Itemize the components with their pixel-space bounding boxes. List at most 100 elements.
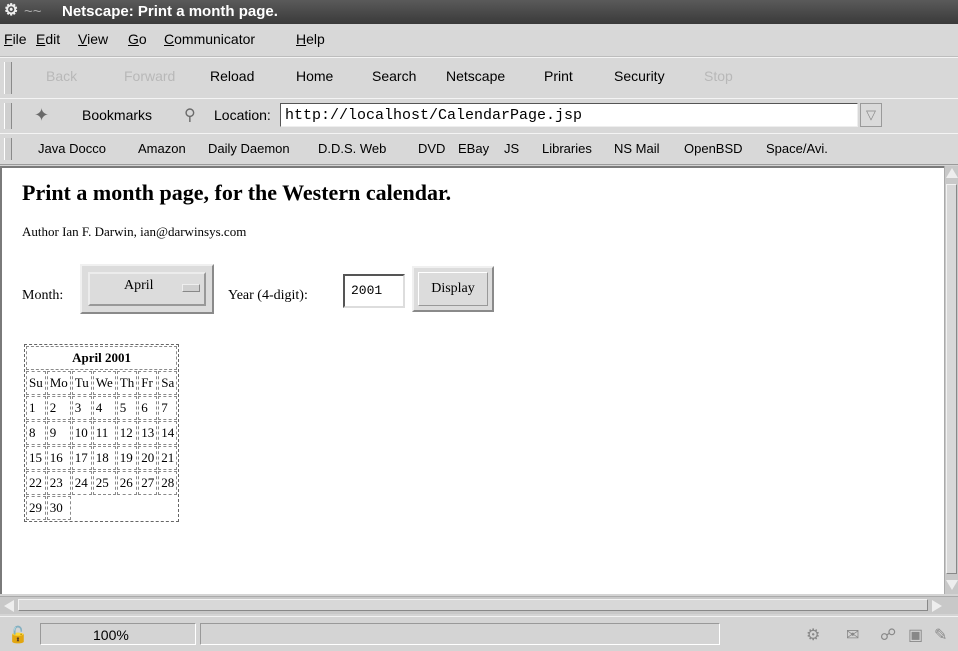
back-button[interactable]: Back xyxy=(46,68,77,84)
lock-icon[interactable]: 🔓 xyxy=(8,625,28,645)
weekday-cell: We xyxy=(92,371,116,395)
scroll-left-arrow-icon[interactable] xyxy=(4,600,14,612)
day-cell: 4 xyxy=(92,396,116,420)
toolbar-grip[interactable] xyxy=(4,103,12,129)
window-menu-icon[interactable]: ⚙ xyxy=(4,2,22,20)
bookmarks-icon[interactable]: ✦ xyxy=(34,105,49,126)
week-row: 29 30 xyxy=(26,496,177,520)
edit-icon[interactable]: ✎ xyxy=(934,625,947,645)
discussions-icon[interactable]: ☍ xyxy=(880,625,896,645)
option-menu-indicator-icon xyxy=(182,284,200,292)
status-message xyxy=(200,623,720,645)
menu-view-label: iew xyxy=(87,31,109,47)
month-label: Month: xyxy=(22,288,64,303)
vertical-scrollbar[interactable] xyxy=(944,166,958,594)
forward-button[interactable]: Forward xyxy=(124,68,175,84)
menu-go[interactable]: Go xyxy=(128,24,147,54)
bookmark-link[interactable]: Java Docco xyxy=(38,141,106,156)
horizontal-scrollbar[interactable] xyxy=(0,596,958,614)
display-button[interactable]: Display xyxy=(412,266,494,312)
home-button[interactable]: Home xyxy=(296,68,333,84)
menu-help-label: elp xyxy=(306,31,325,47)
menu-help-mnemonic: H xyxy=(296,31,307,47)
weekday-cell: Tu xyxy=(71,371,92,395)
bookmarks-button[interactable]: Bookmarks xyxy=(82,107,152,123)
horizontal-scroll-thumb[interactable] xyxy=(18,599,928,611)
day-cell: 27 xyxy=(138,471,158,495)
url-input[interactable]: http://localhost/CalendarPage.jsp xyxy=(280,103,858,127)
location-label: Location: xyxy=(214,107,271,123)
bookmark-link[interactable]: Space/Avi. xyxy=(766,141,828,156)
mail-icon[interactable]: ✉ xyxy=(846,625,859,645)
scroll-right-arrow-icon[interactable] xyxy=(932,600,942,612)
menu-file-label: ile xyxy=(12,31,27,47)
toolbar-grip[interactable] xyxy=(4,138,12,160)
day-cell: 18 xyxy=(92,446,116,470)
menu-file-mnemonic: F xyxy=(4,31,13,47)
year-input[interactable]: 2001 xyxy=(343,274,405,308)
day-cell: 1 xyxy=(26,396,46,420)
toolbar-grip[interactable] xyxy=(4,62,12,94)
month-calendar: April 2001 Su Mo Tu We Th Fr Sa 1 2 3 4 … xyxy=(24,344,180,522)
day-cell: 11 xyxy=(92,421,116,445)
day-cell: 6 xyxy=(138,396,158,420)
month-select[interactable]: April xyxy=(80,264,214,314)
day-cell: 12 xyxy=(116,421,138,445)
day-cell: 29 xyxy=(26,496,46,520)
stop-button[interactable]: Stop xyxy=(704,68,733,84)
day-cell: 14 xyxy=(158,421,178,445)
menu-edit[interactable]: Edit xyxy=(36,24,60,54)
menu-file[interactable]: File xyxy=(4,24,27,54)
display-button-bevel xyxy=(418,272,488,306)
bookmark-link[interactable]: EBay xyxy=(458,141,489,156)
month-select-value: April xyxy=(124,278,154,293)
bookmark-link[interactable]: Amazon xyxy=(138,141,186,156)
url-history-dropdown[interactable]: ▽ xyxy=(860,103,882,127)
netscape-window: ⚙ ~~ Netscape: Print a month page. File … xyxy=(0,0,958,651)
bookmark-link[interactable]: OpenBSD xyxy=(684,141,743,156)
day-cell: 20 xyxy=(138,446,158,470)
window-title: Netscape: Print a month page. xyxy=(62,3,278,20)
menu-communicator[interactable]: Communicator xyxy=(164,24,255,54)
bookmark-link[interactable]: NS Mail xyxy=(614,141,660,156)
bookmark-link[interactable]: Daily Daemon xyxy=(208,141,290,156)
menu-help[interactable]: Help xyxy=(296,24,325,54)
weekday-cell: Su xyxy=(26,371,46,395)
reload-button[interactable]: Reload xyxy=(210,68,254,84)
day-cell: 17 xyxy=(71,446,92,470)
day-cell: 10 xyxy=(71,421,92,445)
day-cell: 8 xyxy=(26,421,46,445)
day-cell: 28 xyxy=(158,471,178,495)
menu-view[interactable]: View xyxy=(78,24,108,54)
netscape-button[interactable]: Netscape xyxy=(446,68,505,84)
bookmark-link[interactable]: D.D.S. Web xyxy=(318,141,386,156)
print-button[interactable]: Print xyxy=(544,68,573,84)
menu-go-label: o xyxy=(138,31,147,47)
security-button[interactable]: Security xyxy=(614,68,665,84)
scroll-down-arrow-icon[interactable] xyxy=(946,580,958,590)
bookmark-link[interactable]: DVD xyxy=(418,141,445,156)
day-cell: 15 xyxy=(26,446,46,470)
menu-view-mnemonic: V xyxy=(78,31,88,47)
vertical-scroll-thumb[interactable] xyxy=(946,184,957,574)
page-content: Print a month page, for the Western cale… xyxy=(0,166,944,594)
page-heading: Print a month page, for the Western cale… xyxy=(22,180,452,205)
menu-go-mnemonic: G xyxy=(128,31,139,47)
composer-icon[interactable]: ▣ xyxy=(908,625,923,645)
search-button[interactable]: Search xyxy=(372,68,416,84)
day-cell: 30 xyxy=(46,496,71,520)
bookmark-link[interactable]: JS xyxy=(504,141,519,156)
week-row: 8 9 10 11 12 13 14 xyxy=(26,421,178,445)
day-cell: 21 xyxy=(158,446,178,470)
navigator-icon[interactable]: ⚙ xyxy=(806,625,820,645)
day-cell: 9 xyxy=(46,421,71,445)
menu-edit-label: dit xyxy=(45,31,61,47)
week-row: 15 16 17 18 19 20 21 xyxy=(26,446,178,470)
scroll-up-arrow-icon[interactable] xyxy=(946,168,958,178)
day-cell: 2 xyxy=(46,396,71,420)
title-prefix: ~~ xyxy=(24,3,42,20)
location-icon[interactable]: ⚲ xyxy=(184,105,196,125)
day-cell: 26 xyxy=(116,471,138,495)
empty-day-cell xyxy=(72,496,92,520)
bookmark-link[interactable]: Libraries xyxy=(542,141,592,156)
